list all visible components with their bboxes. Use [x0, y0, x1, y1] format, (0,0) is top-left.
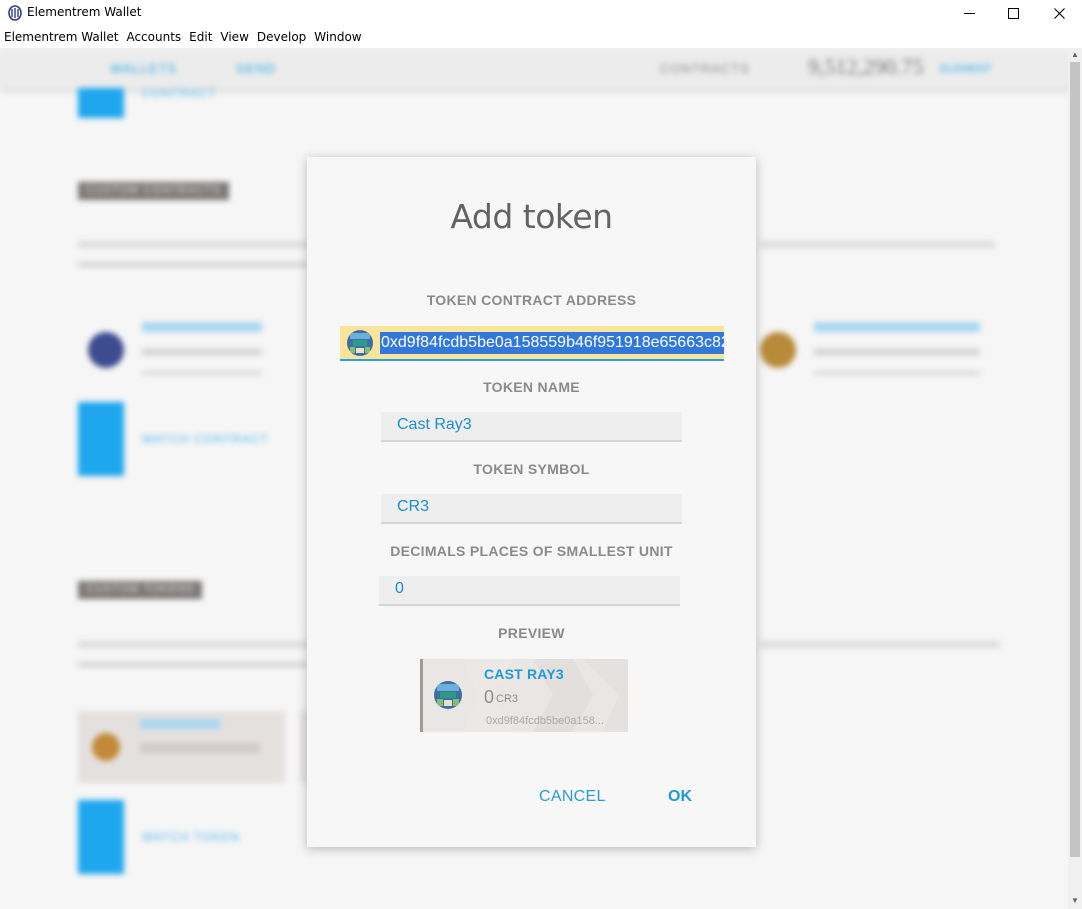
token-symbol-input[interactable] — [397, 498, 657, 516]
minimize-button[interactable] — [946, 0, 992, 26]
bg-token-icon-1 — [92, 733, 120, 761]
bg-custom-contracts-tag: CUSTOM CONTRACTS — [78, 182, 229, 200]
token-decimals-input[interactable] — [395, 580, 655, 598]
minimize-icon — [963, 12, 975, 14]
token-address-field[interactable]: 0xd9f84fcdb5be0a158559b46f951918e65663c8… — [340, 326, 724, 361]
token-symbol-field[interactable] — [381, 494, 682, 524]
menu-view[interactable]: View — [220, 30, 248, 44]
token-name-label: TOKEN NAME — [483, 379, 580, 395]
bg-contract-link: CONTRACT — [142, 86, 217, 100]
cancel-button[interactable]: CANCEL — [539, 788, 606, 806]
bg-token-card-1 — [78, 711, 285, 783]
bg-contract-card-1 — [142, 318, 262, 384]
bg-deploy-block — [78, 88, 124, 118]
bg-watch-token-link: WATCH TOKEN — [142, 830, 240, 844]
add-token-dialog: Add token TOKEN CONTRACT ADDRESS 0xd9f84… — [307, 157, 756, 847]
bg-contract-icon-2 — [760, 332, 796, 368]
bg-token-balance-bar — [140, 743, 260, 753]
menu-elementrem-wallet[interactable]: Elementrem Wallet — [4, 30, 118, 44]
maximize-icon — [1007, 7, 1019, 19]
nav-send: SEND — [236, 61, 277, 76]
menu-bar: Elementrem Wallet Accounts Edit View Dev… — [0, 26, 1082, 48]
close-button[interactable] — [1036, 0, 1082, 26]
scroll-down-arrow-icon[interactable]: ▼ — [1070, 896, 1080, 906]
preview-token-symbol: CR3 — [496, 693, 519, 705]
nav-balance: 9,512,290.75 — [808, 54, 924, 79]
preview-token-name: CAST RAY3 — [484, 666, 564, 682]
token-address-input[interactable]: 0xd9f84fcdb5be0a158559b46f951918e65663c8… — [380, 332, 724, 354]
nav-contracts: CONTRACTS — [660, 61, 750, 76]
bg-paragraph-right — [760, 236, 995, 256]
window-titlebar: Elementrem Wallet — [0, 0, 1082, 26]
scroll-up-arrow-icon[interactable]: ▲ — [1070, 50, 1080, 60]
menu-develop[interactable]: Develop — [257, 30, 306, 44]
preview-identicon-icon — [434, 681, 462, 709]
token-preview-card: CAST RAY3 0 CR3 0xd9f84fcdb5be0a158... — [420, 659, 628, 732]
window-title: Elementrem Wallet — [27, 5, 142, 19]
ok-button[interactable]: OK — [668, 788, 692, 806]
nav-balance-unit: ELEMENT — [940, 63, 992, 75]
scrollbar-thumb[interactable] — [1070, 62, 1080, 857]
bg-contract-icon-1 — [88, 332, 124, 368]
preview-token-address: 0xd9f84fcdb5be0a158... — [486, 715, 605, 727]
dialog-title: Add token — [450, 197, 613, 236]
menu-window[interactable]: Window — [314, 30, 361, 44]
maximize-button[interactable] — [990, 0, 1036, 26]
bg-tokens-paragraph-left — [78, 636, 308, 676]
token-address-label: TOKEN CONTRACT ADDRESS — [426, 292, 637, 308]
nav-wallets: WALLETS — [110, 61, 178, 76]
token-decimals-label: DECIMALS PLACES OF SMALLEST UNIT — [390, 543, 673, 559]
preview-label: PREVIEW — [498, 625, 565, 641]
preview-token-balance: 0 — [484, 687, 495, 707]
bg-watch-contract-block — [78, 402, 124, 476]
bg-paragraph-left — [78, 236, 308, 276]
menu-accounts[interactable]: Accounts — [126, 30, 181, 44]
token-decimals-field[interactable] — [379, 576, 680, 606]
bg-custom-tokens-tag: CUSTOM TOKENS — [78, 581, 203, 599]
bg-contract-card-2 — [814, 318, 980, 384]
token-address-selected-text: 0xd9f84fcdb5be0a158559b46f951918e65663c8… — [380, 332, 724, 354]
address-identicon-icon — [347, 330, 373, 356]
background-nav: WALLETS SEND CONTRACTS 9,512,290.75 ELEM… — [0, 48, 1082, 88]
elementrem-logo-icon — [8, 5, 22, 21]
close-icon — [1053, 7, 1065, 19]
bg-watch-contract-link: WATCH CONTRACT — [142, 432, 269, 446]
bg-tokens-paragraph-right — [760, 636, 1000, 656]
menu-edit[interactable]: Edit — [189, 30, 212, 44]
token-symbol-label: TOKEN SYMBOL — [473, 461, 590, 477]
token-name-field[interactable] — [381, 412, 682, 442]
token-name-input[interactable] — [397, 416, 657, 434]
bg-token-name-bar — [140, 719, 220, 729]
bg-watch-token-block — [78, 800, 124, 874]
